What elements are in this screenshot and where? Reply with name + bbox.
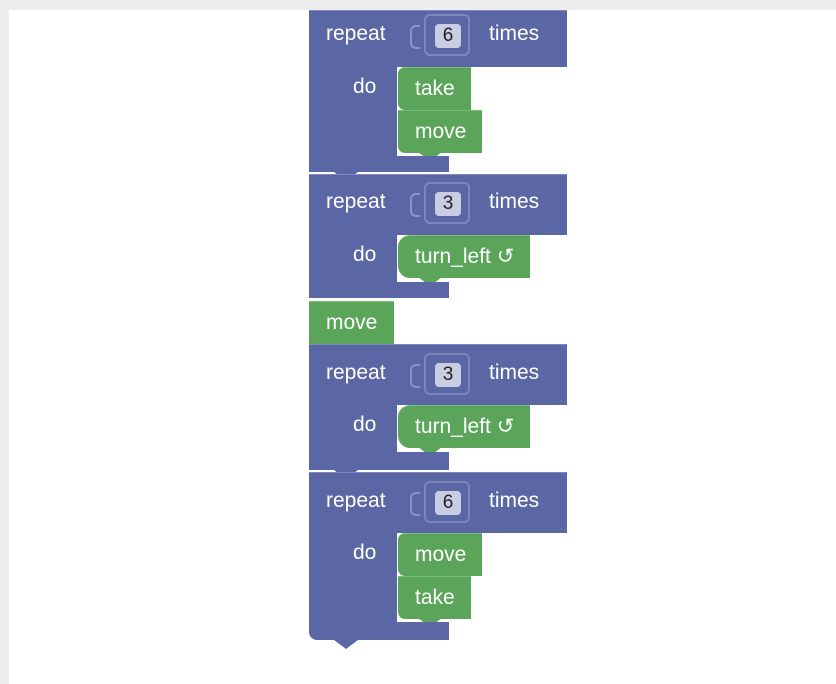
do-label: do xyxy=(353,541,377,564)
repeat-block-2-footer[interactable] xyxy=(309,282,449,298)
turn-left-block[interactable]: turn_left ↺ xyxy=(398,235,531,278)
repeat-count-value[interactable]: 3 xyxy=(435,192,461,216)
do-label: do xyxy=(353,75,377,98)
move-block-standalone[interactable]: move xyxy=(309,301,395,344)
repeat-count-field[interactable]: 6 xyxy=(424,481,470,523)
times-label: times xyxy=(489,361,540,384)
input-connector-icon xyxy=(410,364,420,388)
repeat-block-1-footer[interactable] xyxy=(309,156,449,172)
move-block[interactable]: move xyxy=(398,533,483,576)
repeat-count-value[interactable]: 6 xyxy=(435,24,461,48)
turn-left-block[interactable]: turn_left ↺ xyxy=(398,405,531,448)
repeat-count-field[interactable]: 3 xyxy=(424,182,470,224)
repeat-keyword: repeat xyxy=(326,190,386,213)
repeat-block-4-footer[interactable] xyxy=(309,622,449,640)
repeat-count-value[interactable]: 3 xyxy=(435,363,461,387)
workspace-top-border xyxy=(0,0,836,10)
move-block[interactable]: move xyxy=(398,110,483,153)
do-label: do xyxy=(353,413,377,436)
block-connector-notch xyxy=(334,640,358,649)
times-label: times xyxy=(489,489,540,512)
repeat-keyword: repeat xyxy=(326,361,386,384)
workspace-left-border xyxy=(0,0,9,684)
take-block[interactable]: take xyxy=(398,576,471,619)
repeat-keyword: repeat xyxy=(326,22,386,45)
repeat-count-value[interactable]: 6 xyxy=(435,491,461,515)
repeat-count-field[interactable]: 6 xyxy=(424,14,470,56)
repeat-keyword: repeat xyxy=(326,489,386,512)
take-block[interactable]: take xyxy=(398,67,471,110)
input-connector-icon xyxy=(410,492,420,516)
repeat-block-3-footer[interactable] xyxy=(309,452,449,470)
times-label: times xyxy=(489,190,540,213)
repeat-count-field[interactable]: 3 xyxy=(424,353,470,395)
input-connector-icon xyxy=(410,193,420,217)
times-label: times xyxy=(489,22,540,45)
do-label: do xyxy=(353,243,377,266)
input-connector-icon xyxy=(410,25,420,49)
